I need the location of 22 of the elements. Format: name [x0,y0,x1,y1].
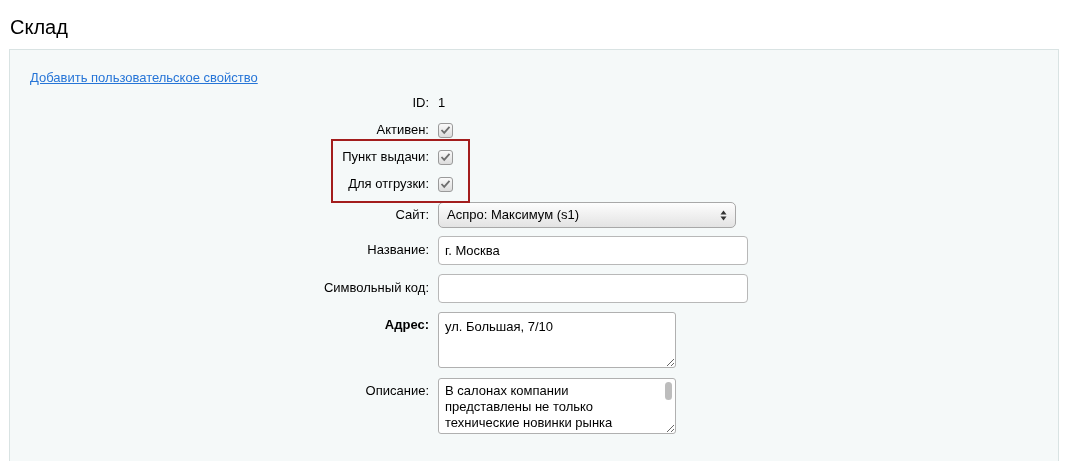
checkbox[interactable] [438,176,453,192]
page-title: Склад [10,15,69,40]
field-label: Описание: [364,381,429,400]
field-label: Активен: [375,121,429,140]
field-label: Для отгрузки: [347,175,429,194]
id-value: 1 [438,94,446,113]
text-input-field[interactable] [438,273,748,303]
textarea-field[interactable]: В салонах компании представлены не только технические новинки рынка [438,377,676,434]
checkbox[interactable] [438,149,453,165]
field-label: ID: [411,94,429,113]
field-label: Пункт выдачи: [341,148,429,167]
checkbox[interactable] [438,122,453,138]
field-label: Название: [366,241,429,260]
textarea-field[interactable]: ул. Большая, 7/10 [438,311,676,368]
field-label: Адрес: [383,315,429,334]
site-select[interactable]: Аспро: Максимум (s1) [438,202,736,228]
field-label: Символьный код: [322,279,429,298]
add-property-link[interactable]: Добавить пользовательское свойство [30,70,258,85]
updown-arrows-icon [720,209,727,221]
field-label: Сайт: [394,206,429,225]
scrollbar-thumb[interactable] [665,381,672,400]
text-input-field[interactable]: г. Москва [438,235,748,265]
